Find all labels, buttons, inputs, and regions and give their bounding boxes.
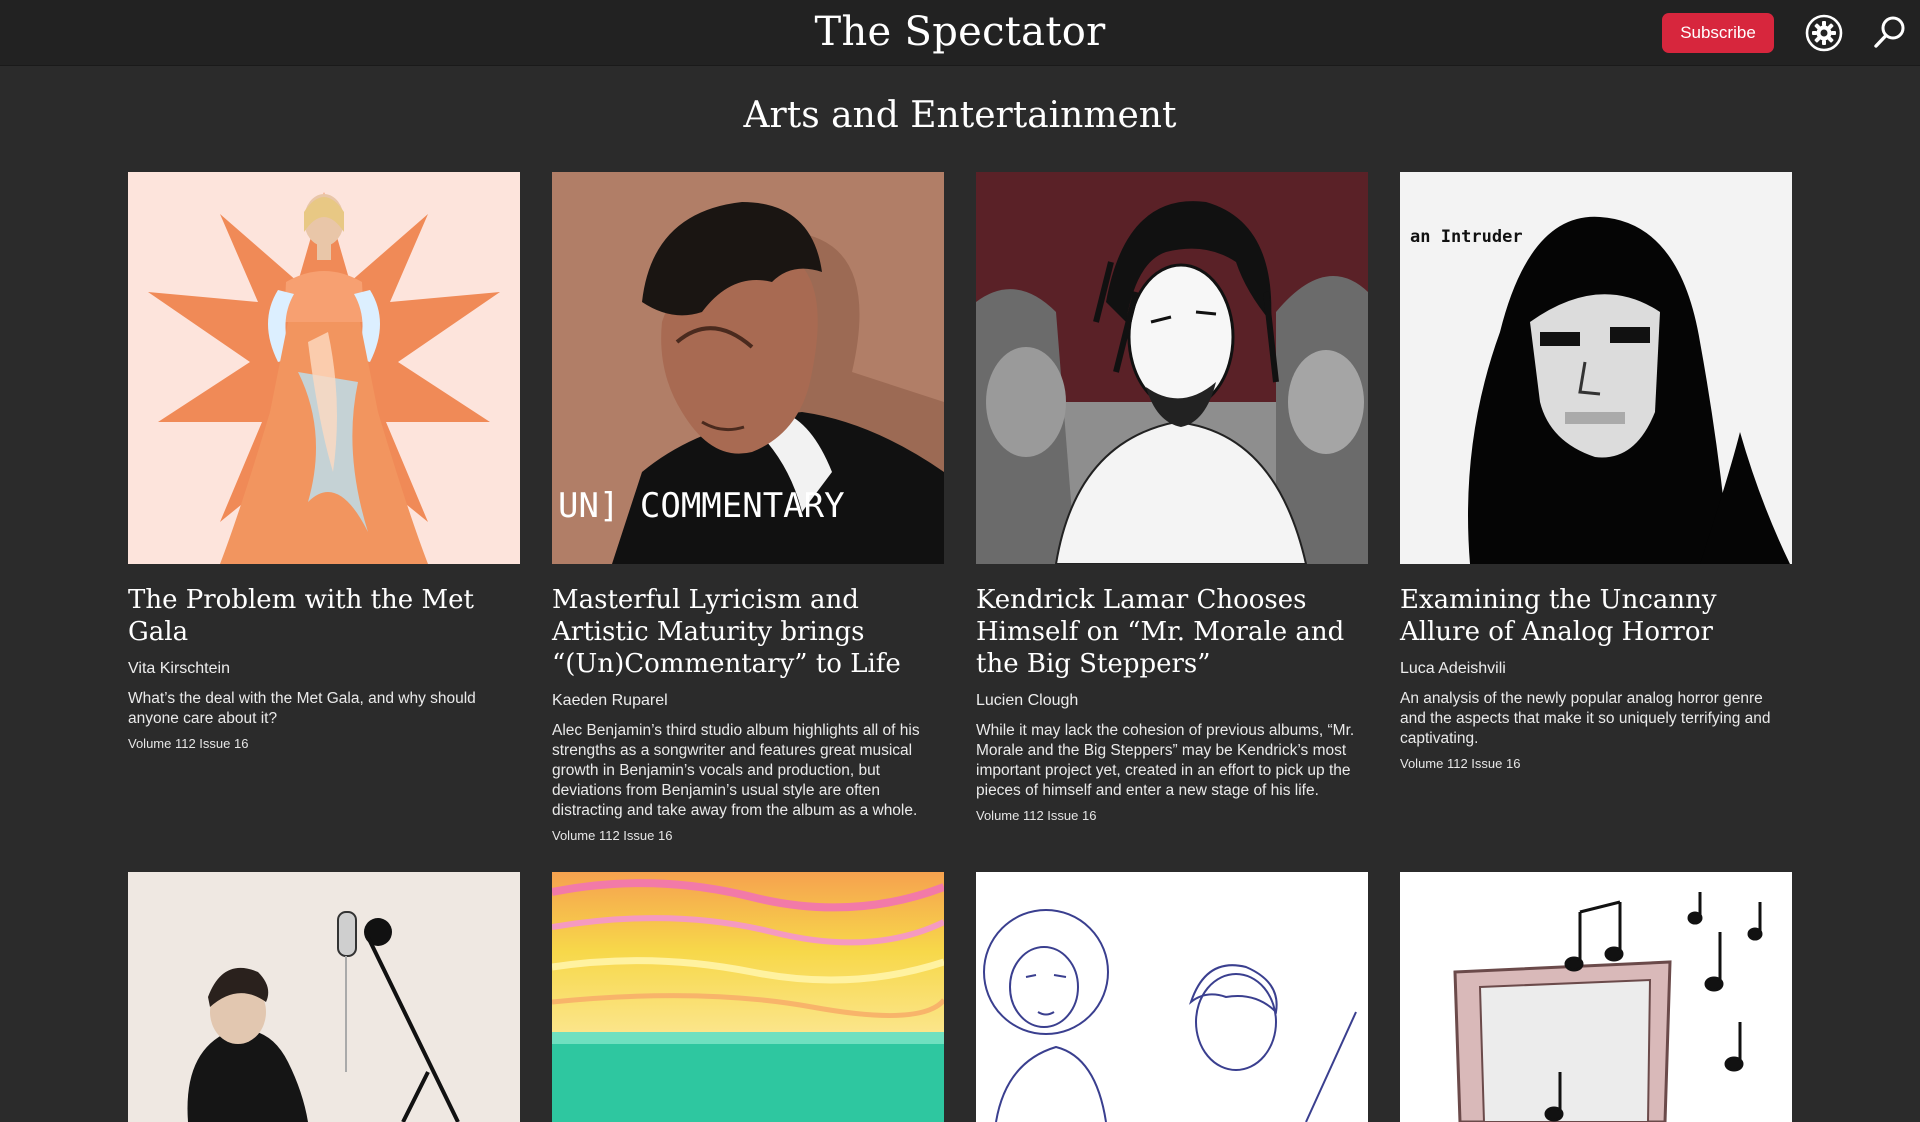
gear-icon[interactable] — [1804, 13, 1844, 53]
article-issue[interactable]: Volume 112 Issue 16 — [128, 735, 520, 753]
article-card: Kendrick Lamar Chooses Himself on “Mr. M… — [976, 172, 1368, 825]
top-navigation-bar: The Spectator Subscribe — [0, 0, 1920, 66]
article-author[interactable]: Vita Kirschtein — [128, 659, 520, 679]
article-title[interactable]: Kendrick Lamar Chooses Himself on “Mr. M… — [976, 584, 1368, 680]
article-description: What’s the deal with the Met Gala, and w… — [128, 690, 476, 727]
article-title[interactable]: Masterful Lyricism and Artistic Maturity… — [552, 584, 944, 680]
article-card — [1400, 872, 1792, 1122]
site-title[interactable]: The Spectator — [0, 0, 1920, 65]
article-card: UN] COMMENTARY Masterful Lyricism and Ar… — [552, 172, 944, 845]
search-icon[interactable] — [1870, 12, 1910, 52]
uncommentary-album-illustration[interactable]: UN] COMMENTARY — [552, 172, 944, 564]
article-author[interactable]: Luca Adeishvili — [1400, 659, 1792, 679]
image-caption-text: an Intruder — [1410, 227, 1523, 247]
article-title[interactable]: Examining the Uncanny Allure of Analog H… — [1400, 584, 1792, 648]
music-box-illustration[interactable] — [1400, 872, 1792, 1122]
subscribe-button[interactable]: Subscribe — [1662, 13, 1774, 53]
sunset-ocean-illustration[interactable] — [552, 872, 944, 1122]
section-title: Arts and Entertainment — [743, 95, 1177, 136]
article-author[interactable]: Lucien Clough — [976, 691, 1368, 711]
article-card — [976, 872, 1368, 1122]
article-title[interactable]: The Problem with the Met Gala — [128, 584, 520, 648]
article-card: The Problem with the Met Gala Vita Kirsc… — [128, 172, 520, 753]
article-card: an Intruder Examining the Uncanny Allure… — [1400, 172, 1792, 773]
article-author[interactable]: Kaeden Ruparel — [552, 691, 944, 711]
article-description: An analysis of the newly popular analog … — [1400, 690, 1771, 747]
article-card — [128, 872, 520, 1122]
article-issue[interactable]: Volume 112 Issue 16 — [976, 807, 1368, 825]
article-issue[interactable]: Volume 112 Issue 16 — [1400, 755, 1792, 773]
article-description: Alec Benjamin’s third studio album highl… — [552, 722, 920, 819]
article-card — [552, 872, 944, 1122]
met-gala-illustration[interactable] — [128, 172, 520, 564]
article-issue[interactable]: Volume 112 Issue 16 — [552, 827, 944, 845]
article-description: While it may lack the cohesion of previo… — [976, 722, 1355, 799]
analog-horror-illustration[interactable]: an Intruder — [1400, 172, 1792, 564]
astronaut-children-illustration[interactable] — [976, 872, 1368, 1122]
kendrick-lamar-illustration[interactable] — [976, 172, 1368, 564]
album-art-text: UN] COMMENTARY — [558, 486, 845, 526]
singer-microphone-illustration[interactable] — [128, 872, 520, 1122]
